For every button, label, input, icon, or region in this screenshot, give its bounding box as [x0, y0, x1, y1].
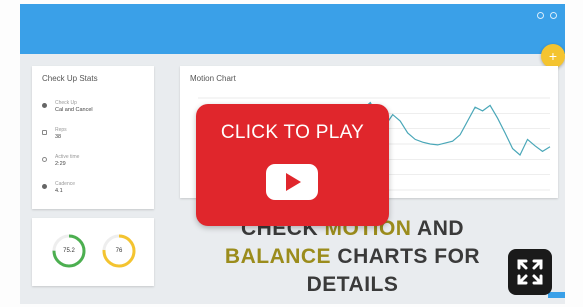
square-icon: [42, 130, 47, 135]
gauge-1: 75.2: [50, 232, 88, 275]
gauge-2: 76: [100, 232, 138, 275]
headline-part3: CHARTS FOR: [331, 245, 481, 268]
stat-value: 4.1: [55, 188, 63, 194]
stats-card-title: Check Up Stats: [42, 74, 98, 83]
play-label: CLICK TO PLAY: [220, 122, 365, 143]
stat-value: 38: [55, 134, 62, 140]
gauge-value: 76: [115, 248, 123, 254]
fab-button: +: [541, 44, 565, 68]
stat-row-check-up: Check Up Cal and Cancel: [42, 100, 93, 114]
headline: CHECK MOTION AND BALANCE CHARTS FOR DETA…: [180, 215, 525, 299]
stat-label: Reps: [55, 127, 67, 133]
headline-part2: AND: [411, 217, 465, 240]
stat-label: Check Up: [55, 100, 77, 106]
video-thumbnail[interactable]: + Check Up Stats Check Up Cal and Cancel…: [0, 0, 583, 307]
stat-row-active-time: Active time 2:29: [42, 154, 79, 168]
dot-icon: [42, 184, 47, 189]
click-to-play-button[interactable]: CLICK TO PLAY: [196, 104, 389, 226]
stat-row-reps: Reps 38: [42, 127, 67, 141]
settings-icon: [537, 12, 544, 19]
bottom-fab-strip: [548, 292, 565, 298]
gauge-value: 75.2: [63, 248, 75, 254]
headline-highlight-balance: BALANCE: [224, 245, 332, 268]
top-app-bar: [20, 4, 565, 54]
stat-label: Cadence: [55, 181, 76, 187]
stat-label: Active time: [55, 154, 80, 160]
gauges-card: 75.2 76: [32, 218, 154, 286]
check-up-stats-card: Check Up Stats Check Up Cal and Cancel R…: [32, 66, 154, 209]
stat-value: 2:29: [55, 161, 66, 167]
headline-line3: DETAILS: [306, 273, 399, 296]
expand-icon: [517, 259, 543, 285]
info-icon: [550, 12, 557, 19]
clock-icon: [42, 157, 47, 162]
play-icon[interactable]: [266, 164, 318, 200]
dot-icon: [42, 103, 47, 108]
fullscreen-button[interactable]: [508, 249, 552, 295]
stat-row-cadence: Cadence 4.1: [42, 181, 75, 195]
stat-value: Cal and Cancel: [55, 107, 93, 113]
